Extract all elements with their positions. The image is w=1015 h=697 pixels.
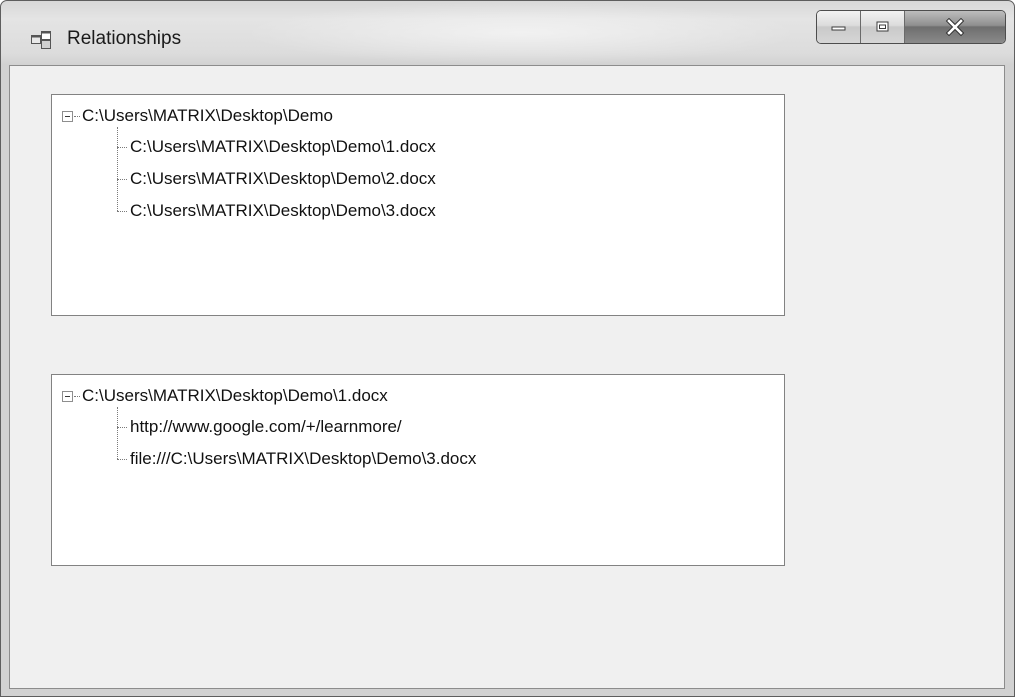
tree-connector — [117, 459, 127, 460]
maximize-icon — [876, 21, 888, 32]
folder-tree-view[interactable]: C:\Users\MATRIX\Desktop\Demo C:\Users\MA… — [51, 94, 785, 316]
tree-root-node[interactable]: C:\Users\MATRIX\Desktop\Demo — [82, 106, 333, 126]
relationship-tree-view[interactable]: C:\Users\MATRIX\Desktop\Demo\1.docx http… — [51, 374, 785, 566]
close-button[interactable] — [905, 11, 1005, 43]
form-window-icon[interactable] — [31, 31, 51, 49]
caption-buttons — [816, 10, 1006, 44]
tree-child-node[interactable]: C:\Users\MATRIX\Desktop\Demo\2.docx — [130, 169, 436, 189]
maximize-button[interactable] — [861, 11, 905, 43]
minimize-icon — [831, 26, 845, 31]
tree-connector — [117, 427, 127, 428]
tree-child-node[interactable]: C:\Users\MATRIX\Desktop\Demo\3.docx — [130, 201, 436, 221]
relationships-window: Relationships C:\Users\MATRIX\Desktop\De… — [0, 0, 1015, 697]
minimize-button[interactable] — [817, 11, 861, 43]
tree-child-node[interactable]: http://www.google.com/+/learnmore/ — [130, 417, 402, 437]
title-bar[interactable]: Relationships — [1, 1, 1014, 65]
window-title: Relationships — [67, 28, 182, 49]
tree-connector — [117, 211, 127, 212]
client-area: C:\Users\MATRIX\Desktop\Demo C:\Users\MA… — [9, 65, 1005, 689]
tree-connector — [117, 407, 118, 459]
collapse-minus-icon[interactable] — [62, 391, 73, 402]
collapse-minus-icon[interactable] — [62, 111, 73, 122]
tree-connector — [117, 127, 118, 211]
tree-root-node[interactable]: C:\Users\MATRIX\Desktop\Demo\1.docx — [82, 386, 388, 406]
close-icon — [945, 18, 965, 36]
tree-connector — [117, 147, 127, 148]
tree-connector — [74, 396, 80, 397]
tree-connector — [117, 179, 127, 180]
tree-connector — [74, 116, 80, 117]
title-bar-glow — [241, 1, 801, 65]
tree-child-node[interactable]: C:\Users\MATRIX\Desktop\Demo\1.docx — [130, 137, 436, 157]
tree-child-node[interactable]: file:///C:\Users\MATRIX\Desktop\Demo\3.d… — [130, 449, 476, 469]
